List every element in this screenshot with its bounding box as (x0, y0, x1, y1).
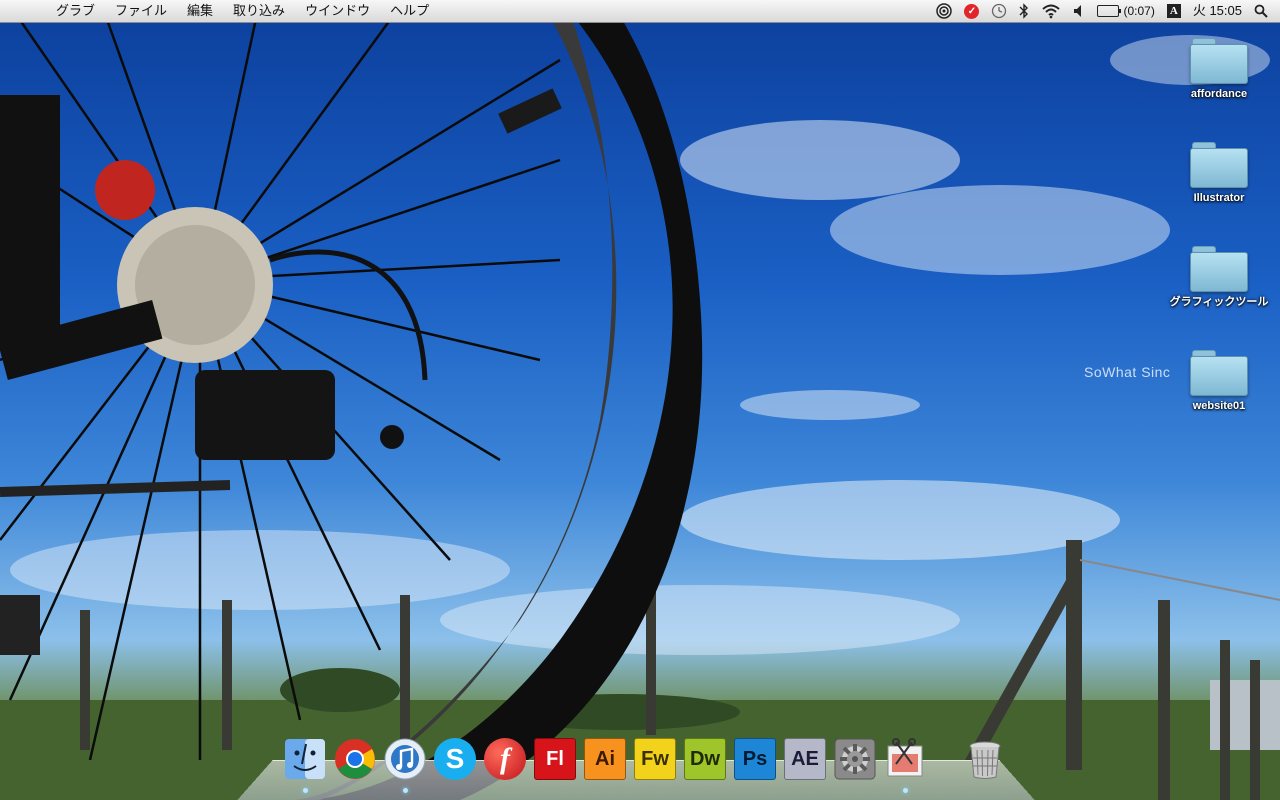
folder-icon (1190, 142, 1248, 188)
dock-item-finder[interactable] (284, 738, 328, 793)
spotlight-icon[interactable] (1254, 4, 1268, 18)
menu-bar: グラブ ファイル 編集 取り込み ウインドウ ヘルプ ✓ (0:07) A 火 … (0, 0, 1280, 23)
desktop-icon-label: Illustrator (1193, 192, 1245, 204)
flash-player-icon: f (484, 738, 526, 780)
dock-item-itunes[interactable] (384, 738, 428, 793)
dock-item-photoshop[interactable]: Ps (734, 738, 778, 782)
finder-icon (284, 738, 326, 780)
menu-edit[interactable]: 編集 (177, 0, 223, 22)
volume-icon[interactable] (1073, 3, 1085, 19)
itunes-icon (384, 738, 426, 780)
folder-icon (1190, 246, 1248, 292)
desktop-icon-label: グラフィックツール (1169, 296, 1269, 308)
running-indicator (903, 788, 908, 793)
system-preferences-icon (834, 738, 876, 780)
battery-icon (1097, 5, 1122, 17)
trash-icon (964, 738, 1006, 780)
desktop-folder-website01[interactable]: website01 (1164, 350, 1274, 412)
fireworks-icon: Fw (634, 738, 676, 780)
dock-item-dreamweaver[interactable]: Dw (684, 738, 728, 782)
bluetooth-icon[interactable] (1019, 3, 1029, 19)
desktop-icon-label: affordance (1190, 88, 1248, 100)
illustrator-icon: Ai (584, 738, 626, 780)
menu-help[interactable]: ヘルプ (380, 0, 439, 22)
adobe-updater-icon[interactable]: ✓ (964, 3, 980, 19)
desktop-icon-label: website01 (1192, 400, 1246, 412)
dock-item-system-preferences[interactable] (834, 738, 878, 782)
illustrator-icon-letter: Ai (595, 747, 615, 770)
folder-icon (1190, 38, 1248, 84)
dreamweaver-icon-letter: Dw (690, 747, 720, 770)
clock[interactable]: 火 15:05 (1193, 0, 1242, 22)
dock-item-illustrator[interactable]: Ai (584, 738, 628, 782)
skype-icon-letter: S (445, 743, 465, 774)
folder-icon (1190, 350, 1248, 396)
battery-status[interactable]: (0:07) (1097, 0, 1155, 22)
dreamweaver-icon: Dw (684, 738, 726, 780)
battery-time: (0:07) (1123, 4, 1155, 18)
dock-item-flash-player[interactable]: f (484, 738, 528, 782)
chrome-icon (334, 738, 376, 780)
photoshop-icon: Ps (734, 738, 776, 780)
scissors-icon (884, 738, 926, 780)
skype-icon: S (434, 738, 476, 780)
dock: S f Fl Ai Fw Dw Ps AE (284, 738, 1014, 793)
wallpaper-watermark-text: SoWhat Sinc (1084, 364, 1171, 380)
wallpaper-photo (0, 0, 1280, 800)
after-effects-icon-letter: AE (791, 747, 819, 770)
dock-item-after-effects[interactable]: AE (784, 738, 828, 782)
flash-icon: Fl (534, 738, 576, 780)
wifi-icon[interactable] (1041, 3, 1061, 19)
time-machine-icon[interactable] (991, 3, 1007, 19)
dock-item-chrome[interactable] (334, 738, 378, 782)
menu-file[interactable]: ファイル (105, 0, 177, 22)
photoshop-icon-letter: Ps (742, 747, 768, 770)
dock-item-trash[interactable] (964, 738, 1008, 782)
running-indicator (303, 788, 308, 793)
desktop-folder-illustrator[interactable]: Illustrator (1164, 142, 1274, 204)
adobe-badge: ✓ (964, 3, 980, 19)
flash-icon-letter: Fl (546, 747, 564, 770)
after-effects-icon: AE (784, 738, 826, 780)
fireworks-icon-letter: Fw (641, 747, 669, 770)
menu-window[interactable]: ウインドウ (295, 0, 380, 22)
dock-item-skype[interactable]: S (434, 738, 478, 782)
menu-grab[interactable]: グラブ (46, 0, 105, 22)
flash-player-icon-letter: f (500, 742, 510, 775)
menu-capture[interactable]: 取り込み (223, 0, 295, 22)
dock-item-fireworks[interactable]: Fw (634, 738, 678, 782)
spiral-status-icon[interactable] (936, 3, 953, 19)
dock-item-flash[interactable]: Fl (534, 738, 578, 782)
input-method-label: A (1166, 4, 1181, 18)
running-indicator (403, 788, 408, 793)
dock-item-screen-capture[interactable] (884, 738, 928, 793)
desktop-wallpaper (0, 0, 1280, 800)
desktop-folder-graphic-tools[interactable]: グラフィックツール (1164, 246, 1274, 308)
input-method-menu[interactable]: A (1166, 4, 1181, 18)
desktop-folder-affordance[interactable]: affordance (1164, 38, 1274, 100)
